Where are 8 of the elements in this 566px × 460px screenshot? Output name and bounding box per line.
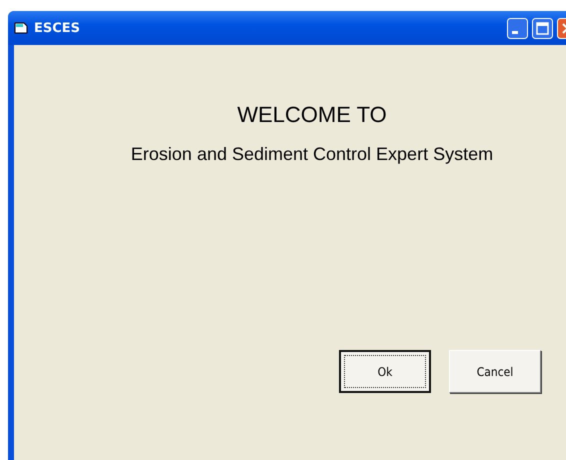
system-name: Erosion and Sediment Control Expert System	[130, 144, 494, 165]
window-title: ESCES	[34, 20, 82, 36]
minimize-icon[interactable]	[507, 18, 528, 38]
maximize-icon[interactable]	[532, 18, 553, 38]
welcome-heading: WELCOME TO	[237, 102, 387, 128]
dialog-button[interactable]: Cancel	[449, 350, 541, 393]
dialog-button[interactable]: Ok	[339, 350, 431, 393]
window-icon	[14, 22, 28, 34]
